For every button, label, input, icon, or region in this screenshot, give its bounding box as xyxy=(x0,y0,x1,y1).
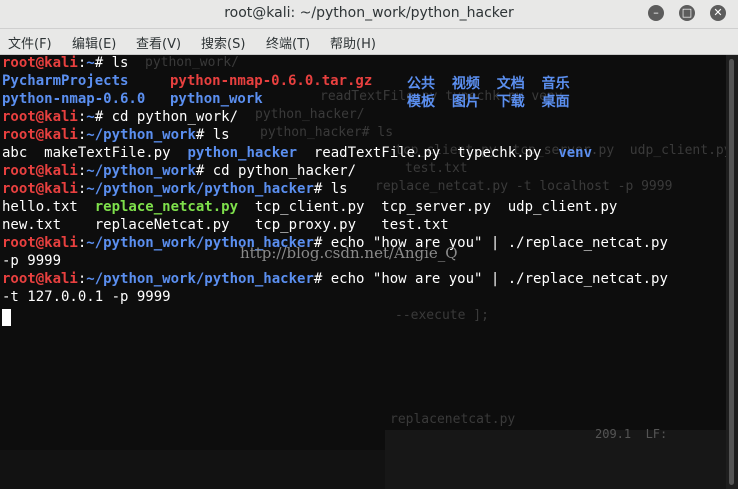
dir-name: 公共 视频 文档 音乐 xyxy=(407,76,570,92)
text-cursor[interactable] xyxy=(2,309,11,326)
ghost-text: python_hacker/ xyxy=(255,107,365,122)
file-list: readTextFile.py typechk.py xyxy=(297,145,559,161)
command-text: ls xyxy=(204,127,230,143)
terminal-line: hello.txt replace_netcat.py tcp_client.p… xyxy=(2,199,617,215)
command-text: cd python_hacker/ xyxy=(204,163,357,179)
prompt-user: root@kali xyxy=(2,55,78,71)
prompt-path: ~/python_work xyxy=(86,163,196,179)
ghost-text: --execute ]; xyxy=(395,308,489,323)
ghost-text: 209.1 LF: xyxy=(595,427,668,441)
terminal-line: root@kali:~# ls xyxy=(2,55,128,71)
terminal-line: PycharmProjects python-nmap-0.6.0.tar.gz 公… xyxy=(2,73,570,92)
menu-search[interactable]: 搜索(S) xyxy=(201,33,245,52)
command-text: ls xyxy=(103,55,129,71)
prompt-user: root@kali xyxy=(2,127,78,143)
ghost-panel xyxy=(0,450,385,489)
archive-name: python-nmap-0.6.0.tar.gz xyxy=(170,73,373,89)
file-list: tcp_client.py tcp_server.py udp_client.p… xyxy=(238,199,618,215)
terminal-line: -p 9999 xyxy=(2,253,62,269)
dir-name: venv xyxy=(558,145,593,161)
menu-help[interactable]: 帮助(H) xyxy=(330,33,376,52)
terminal-line: abc makeTextFile.py python_hacker readTe… xyxy=(2,145,592,161)
file-list: abc makeTextFile.py xyxy=(2,145,188,161)
prompt-path: ~/python_work xyxy=(86,127,196,143)
ghost-text: python_work/ xyxy=(145,55,239,70)
prompt-path: ~/python_work/python_hacker xyxy=(86,181,314,197)
prompt-path: ~ xyxy=(86,55,95,71)
prompt-user: root@kali xyxy=(2,271,78,287)
prompt-user: root@kali xyxy=(2,163,78,179)
dir-name: PycharmProjects xyxy=(2,73,129,89)
terminal-line: root@kali:~# cd python_work/ xyxy=(2,109,238,125)
dir-name: python_hacker xyxy=(187,145,298,161)
prompt-user: root@kali xyxy=(2,181,78,197)
watermark-text: http://blog.csdn.net/Angie_Q xyxy=(240,244,458,262)
terminal-line: new.txt replaceNetcat.py tcp_proxy.py te… xyxy=(2,217,449,233)
ghost-text: test.txt xyxy=(405,161,468,176)
terminal-line: python-nmap-0.6.0 python_work 模板 图片 下载 桌面 xyxy=(2,91,570,110)
maximize-button[interactable]: □ xyxy=(679,5,695,21)
menu-view[interactable]: 查看(V) xyxy=(136,33,181,52)
prompt-sep: # xyxy=(94,55,104,71)
close-button[interactable]: ✕ xyxy=(710,5,726,21)
menu-bar: 文件(F) 编辑(E) 查看(V) 搜索(S) 终端(T) 帮助(H) xyxy=(0,29,738,55)
ghost-panel xyxy=(385,430,726,489)
dir-name: 模板 图片 下载 桌面 xyxy=(407,94,570,110)
terminal-line: root@kali:~/python_work/python_hacker# e… xyxy=(2,271,668,287)
terminal-output[interactable]: python_work/ readTextFile.py typechk.py … xyxy=(0,55,726,489)
menu-file[interactable]: 文件(F) xyxy=(8,33,52,52)
prompt-user: root@kali xyxy=(2,109,78,125)
command-text: cd python_work/ xyxy=(103,109,239,125)
executable-name: replace_netcat.py xyxy=(94,199,239,215)
prompt-sep: # xyxy=(94,109,104,125)
dir-name: python-nmap-0.6.0 xyxy=(2,91,146,107)
prompt-path: ~/python_work/python_hacker xyxy=(86,271,314,287)
terminal-line: root@kali:~/python_work/python_hacker# l… xyxy=(2,181,348,197)
ghost-text: replacenetcat.py xyxy=(390,412,516,427)
terminal-window: root@kali: ~/python_work/python_hacker –… xyxy=(0,0,738,489)
prompt-user: root@kali xyxy=(2,235,78,251)
terminal-line: root@kali:~/python_work# ls xyxy=(2,127,230,143)
ghost-text: python_hacker# ls xyxy=(260,125,394,140)
dir-name: python_work xyxy=(170,91,263,107)
command-text: ls xyxy=(322,181,348,197)
menu-terminal[interactable]: 终端(T) xyxy=(266,33,310,52)
ghost-text: replace_netcat.py -t localhost -p 9999 xyxy=(375,179,673,194)
command-text: echo "how are you" | ./replace_netcat.py xyxy=(322,271,668,287)
terminal-line: root@kali:~/python_work# cd python_hacke… xyxy=(2,163,356,179)
scrollbar-thumb[interactable] xyxy=(729,59,734,485)
title-bar[interactable]: root@kali: ~/python_work/python_hacker –… xyxy=(0,0,738,29)
scrollbar[interactable] xyxy=(726,55,738,489)
minimize-button[interactable]: – xyxy=(648,5,664,21)
prompt-path: ~ xyxy=(86,109,95,125)
menu-edit[interactable]: 编辑(E) xyxy=(72,33,116,52)
file-list: hello.txt xyxy=(2,199,95,215)
terminal-line: -t 127.0.0.1 -p 9999 xyxy=(2,289,171,305)
window-title: root@kali: ~/python_work/python_hacker xyxy=(224,5,514,21)
